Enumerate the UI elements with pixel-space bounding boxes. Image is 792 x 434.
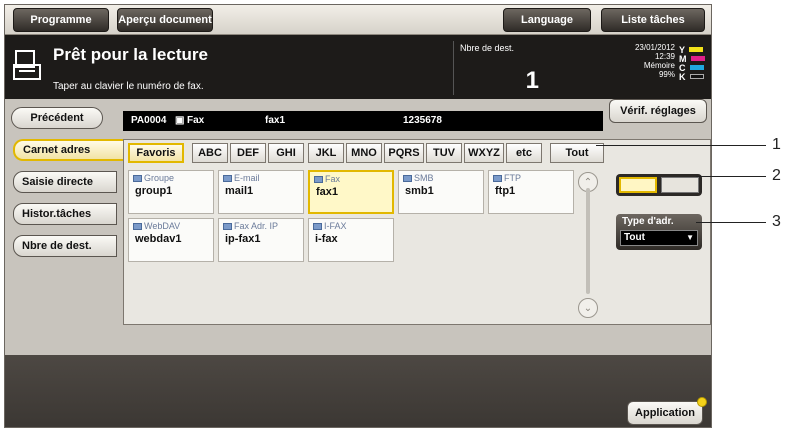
- address-card-webdav1[interactable]: WebDAV webdav1: [128, 218, 214, 262]
- ftp-icon: FTP: [493, 173, 521, 183]
- address-book-panel: Favoris ABC DEF GHI JKL MNO PQRS TUV WXY…: [123, 139, 711, 325]
- email-icon: E-mail: [223, 173, 260, 183]
- i-fax-icon: I-FAX: [313, 221, 347, 231]
- fax-icon: ▣: [175, 115, 185, 126]
- dest-id: PA0004: [131, 115, 167, 126]
- destination-strip: PA0004 ▣ Fax fax1 1235678: [123, 111, 603, 131]
- callout-1: 1: [772, 136, 781, 153]
- precedent-button[interactable]: Précédent: [11, 107, 103, 129]
- status-area: Prêt pour la lecture Taper au clavier le…: [5, 35, 711, 99]
- verif-reglages-button[interactable]: Vérif. réglages: [609, 99, 707, 123]
- top-bar: Programme Aperçu document Language Liste…: [5, 5, 711, 35]
- callout-line-1: [596, 145, 766, 146]
- tab-carnet-adres[interactable]: Carnet adres: [13, 139, 123, 161]
- address-card-fax1[interactable]: Fax fax1: [308, 170, 394, 214]
- grid-view-icon[interactable]: [619, 177, 657, 193]
- toner-levels: Y M C K: [679, 45, 709, 82]
- fax-icon: Fax: [314, 174, 340, 184]
- lower-panel: [5, 355, 711, 427]
- toner-bar: [689, 65, 704, 70]
- scroll-down-icon[interactable]: ⌄: [578, 298, 598, 318]
- address-card-ip-fax1[interactable]: Fax Adr. IP ip-fax1: [218, 218, 304, 262]
- main-area: Précédent Vérif. réglages PA0004 ▣ Fax f…: [5, 99, 711, 427]
- toner-bar: [689, 74, 704, 79]
- memory-label: Mémoire: [643, 61, 675, 70]
- view-toggle: [616, 174, 702, 196]
- scroll-track[interactable]: [586, 188, 590, 294]
- vertical-scrollbar[interactable]: ⌃ ⌄: [578, 172, 598, 322]
- status-subtitle: Taper au clavier le numéro de fax.: [53, 81, 204, 92]
- dest-name: fax1: [265, 115, 286, 126]
- index-tab-wxyz[interactable]: WXYZ: [464, 143, 504, 163]
- index-tab-etc[interactable]: etc: [506, 143, 542, 163]
- ip-fax-icon: Fax Adr. IP: [223, 221, 278, 231]
- tab-saisie-directe[interactable]: Saisie directe: [13, 171, 117, 193]
- index-tab-favoris[interactable]: Favoris: [128, 143, 184, 163]
- toner-k: K: [679, 72, 709, 82]
- toner-bar: [689, 47, 704, 52]
- dest-type: Fax: [187, 115, 205, 126]
- date: 23/01/2012: [634, 43, 675, 52]
- memory-value: 99%: [658, 70, 675, 79]
- control-panel-screen: Programme Aperçu document Language Liste…: [4, 4, 712, 428]
- toner-bar: [690, 56, 705, 61]
- tab-histor-taches[interactable]: Histor.tâches: [13, 203, 117, 225]
- tab-nbre-de-dest[interactable]: Nbre de dest.: [13, 235, 117, 257]
- index-tab-ghi[interactable]: GHI: [268, 143, 304, 163]
- type-adr-value[interactable]: Tout ▼: [620, 230, 698, 246]
- smb-icon: SMB: [403, 173, 434, 183]
- index-tab-tuv[interactable]: TUV: [426, 143, 462, 163]
- address-card-i-fax[interactable]: I-FAX i-fax: [308, 218, 394, 262]
- destination-count-label: Nbre de dest.: [460, 43, 515, 53]
- indicator-dot: [697, 397, 707, 407]
- webdav-icon: WebDAV: [133, 221, 180, 231]
- scanner-document-icon: [13, 50, 41, 80]
- group-icon: Groupe: [133, 173, 174, 183]
- destination-count-box: Nbre de dest. 1: [453, 41, 545, 95]
- date-time-memory: 23/01/2012 12:39 Mémoire 99%: [605, 43, 675, 79]
- programme-button[interactable]: Programme: [13, 8, 109, 32]
- type-adr-select[interactable]: Type d'adr. Tout ▼: [616, 214, 702, 250]
- index-tab-abc[interactable]: ABC: [192, 143, 228, 163]
- dest-number: 1235678: [403, 115, 442, 126]
- chevron-down-icon: ▼: [686, 233, 694, 242]
- address-card-group1[interactable]: Groupe group1: [128, 170, 214, 214]
- liste-taches-button[interactable]: Liste tâches: [601, 8, 705, 32]
- callout-3: 3: [772, 213, 781, 230]
- list-view-icon[interactable]: [661, 177, 699, 193]
- index-tab-mno[interactable]: MNO: [346, 143, 382, 163]
- callout-line-3: [696, 222, 766, 223]
- status-title: Prêt pour la lecture: [53, 45, 208, 64]
- apercu-document-button[interactable]: Aperçu document: [117, 8, 213, 32]
- callout-2: 2: [772, 167, 781, 184]
- callout-line-2: [696, 176, 766, 177]
- index-tab-pqrs[interactable]: PQRS: [384, 143, 424, 163]
- index-tab-tout[interactable]: Tout: [550, 143, 604, 163]
- index-tab-def[interactable]: DEF: [230, 143, 266, 163]
- address-card-ftp1[interactable]: FTP ftp1: [488, 170, 574, 214]
- application-button[interactable]: Application: [627, 401, 703, 425]
- time: 12:39: [654, 52, 675, 61]
- index-tab-jkl[interactable]: JKL: [308, 143, 344, 163]
- address-card-mail1[interactable]: E-mail mail1: [218, 170, 304, 214]
- address-card-smb1[interactable]: SMB smb1: [398, 170, 484, 214]
- destination-count-value: 1: [525, 67, 539, 94]
- type-adr-label: Type d'adr.: [622, 216, 674, 227]
- language-button[interactable]: Language: [503, 8, 591, 32]
